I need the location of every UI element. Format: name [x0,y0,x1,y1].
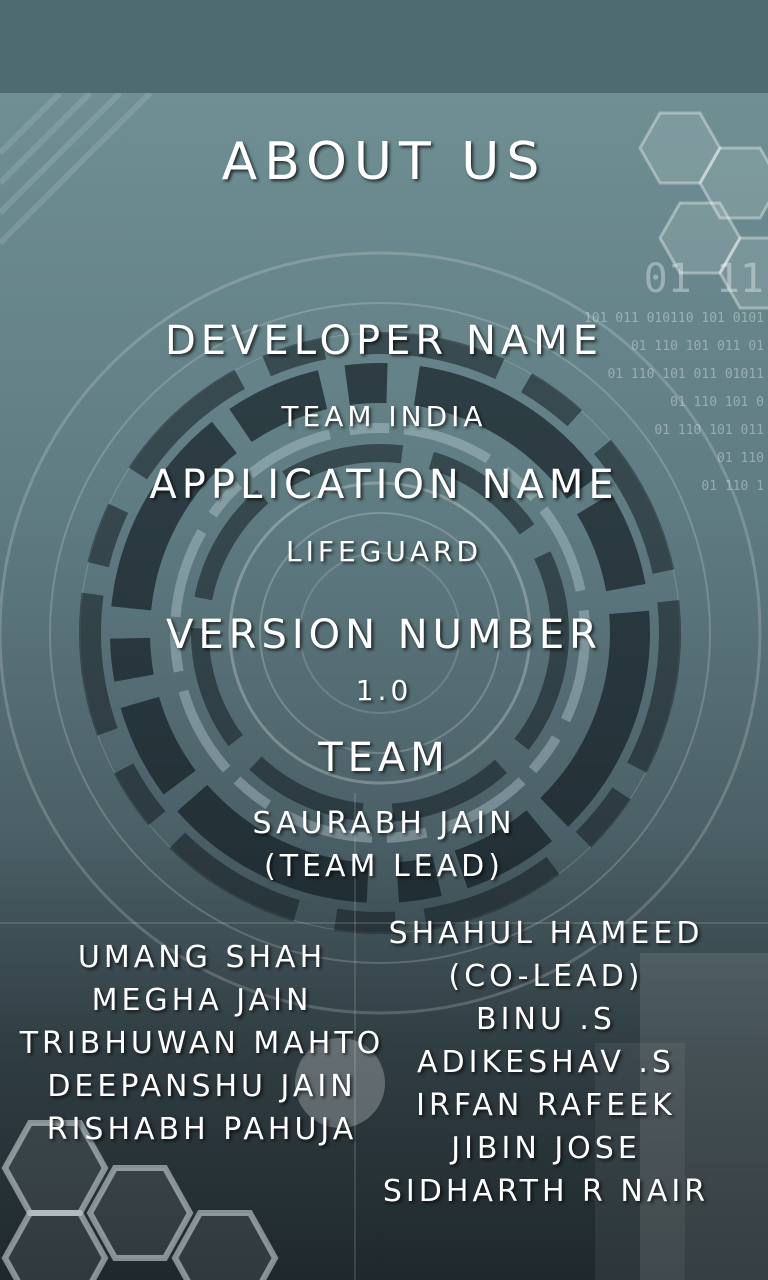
version-number-value: 1.0 [355,674,413,707]
about-content: ABOUT US DEVELOPER NAME TEAM INDIA APPLI… [0,0,768,1280]
team-lead-name: SAURABH JAIN [252,806,516,841]
team-label: TEAM [318,735,450,781]
team-member: ADIKESHAV .S [417,1045,675,1080]
team-member: (CO-LEAD) [448,959,644,994]
team-lead-role: (TEAM LEAD) [264,849,504,884]
team-member: JIBIN JOSE [451,1131,641,1166]
developer-name-label: DEVELOPER NAME [164,318,604,364]
team-member: SHAHUL HAMEED [388,916,704,951]
team-member: IRFAN RAFEEK [416,1088,676,1123]
team-members-right: SHAHUL HAMEED (CO-LEAD) BINU .S ADIKESHA… [336,912,756,1213]
version-number-label: VERSION NUMBER [166,612,602,658]
page-title: ABOUT US [221,132,547,192]
team-member: BINU .S [476,1002,616,1037]
developer-name-value: TEAM INDIA [281,400,487,433]
application-name-value: LIFEGUARD [285,535,482,568]
application-name-label: APPLICATION NAME [149,462,619,508]
team-member: SIDHARTH R NAIR [382,1174,710,1209]
